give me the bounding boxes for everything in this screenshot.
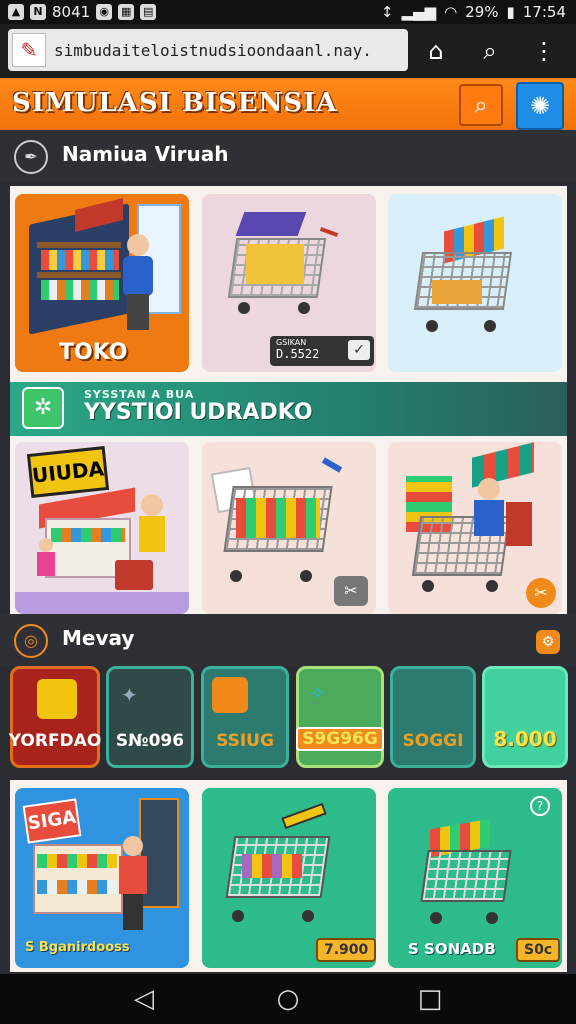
android-nav-bar: ◁ ○ □ bbox=[0, 974, 576, 1024]
more-menu-icon[interactable]: ⋮ bbox=[524, 32, 564, 70]
section-header-2: ◎ Mevay ⚙ bbox=[0, 614, 576, 666]
toko-card[interactable]: TOKO bbox=[15, 194, 189, 372]
money-tile-4[interactable]: ✧ S9G96G bbox=[296, 666, 384, 768]
tools-icon[interactable]: ✂ bbox=[334, 576, 368, 606]
recents-icon[interactable]: □ bbox=[410, 982, 450, 1016]
store-caption: S Bganirdooss bbox=[25, 940, 130, 955]
section-header-1: ✒ Namiua Viruah bbox=[0, 130, 576, 182]
store-panel: UIUDA ✂ ✂ bbox=[10, 436, 567, 622]
section-title-1: Namiua Viruah bbox=[62, 142, 229, 166]
home-icon[interactable]: ⌂ bbox=[416, 32, 456, 70]
feather-icon: ✒ bbox=[14, 140, 48, 174]
status-bar: ▲ N 8041 ◉ ▦ ▤ ↕ ▂▄▆ ◠ 29% ▮ 17:54 bbox=[0, 0, 576, 24]
section-title-2: Mevay bbox=[62, 626, 135, 650]
browser-toolbar: ✎ simbudaiteloistnudsioondaanl.nay. ⌂ ⌕ … bbox=[0, 24, 576, 78]
home-circle-icon[interactable]: ○ bbox=[268, 982, 308, 1016]
app-title: SIMULASI BISENSIA bbox=[12, 88, 338, 118]
gear-icon: ✲ bbox=[22, 387, 64, 429]
money-tile-label: S9G96G bbox=[296, 727, 384, 751]
money-tile-2[interactable]: ✦ S№096 bbox=[106, 666, 194, 768]
money-tile-label: YORFDAO bbox=[8, 731, 102, 751]
right-caption: S SONADB bbox=[408, 940, 496, 958]
right-price: S0c bbox=[516, 938, 561, 962]
cart-card-4[interactable]: ✂ bbox=[388, 442, 562, 614]
toko-label: TOKO bbox=[59, 340, 128, 365]
money-tile-label: SSIUG bbox=[216, 731, 274, 751]
settings-icon[interactable]: ⚙ bbox=[536, 630, 560, 654]
bottom-store-card[interactable]: SIGA S Bganirdooss bbox=[15, 788, 189, 968]
check-icon[interactable]: ✓ bbox=[348, 340, 370, 360]
cart-card-1[interactable]: GSIKAN D.5522 ✓ bbox=[202, 194, 376, 372]
store-sign: UIUDA bbox=[26, 446, 110, 498]
bottom-panel: SIGA S Bganirdooss 7.900 ? S SONADB S0c bbox=[10, 780, 567, 972]
money-tile-3[interactable]: SSIUG bbox=[201, 666, 289, 768]
section1-panel: TOKO GSIKAN D.5522 ✓ bbox=[10, 186, 567, 382]
star-icon: ✦ bbox=[121, 683, 138, 707]
cart-price: 7.900 bbox=[316, 938, 376, 962]
tools-icon[interactable]: ✂ bbox=[526, 578, 556, 608]
bottom-right-card[interactable]: ? S SONADB S0c bbox=[388, 788, 562, 968]
search-button[interactable]: ⌕ bbox=[459, 84, 503, 126]
search-icon[interactable]: ⌕ bbox=[470, 32, 510, 70]
money-tile-6[interactable]: 8.000 bbox=[482, 666, 568, 768]
status-left-text: 8041 bbox=[52, 3, 91, 21]
badge-button[interactable]: ✺ bbox=[516, 82, 564, 130]
app-header: SIMULASI BISENSIA ⌕ ✺ bbox=[0, 78, 576, 130]
box-icon bbox=[212, 677, 248, 713]
banner-title: YYSTIOI UDRADKO bbox=[84, 400, 313, 425]
bottom-cart-card[interactable]: 7.900 bbox=[202, 788, 376, 968]
system-upgrade-banner[interactable]: ✲ SYSSTAN A BUA YYSTIOI UDRADKO bbox=[10, 382, 567, 436]
price-tag: GSIKAN D.5522 ✓ bbox=[270, 336, 374, 366]
money-tile-label: 8.000 bbox=[493, 727, 557, 751]
cart-card-3[interactable]: ✂ bbox=[202, 442, 376, 614]
messenger-icon: ◉ bbox=[96, 4, 113, 20]
site-favicon-icon: ✎ bbox=[12, 33, 46, 67]
money-tile-label: SOGGI bbox=[402, 731, 464, 751]
url-text[interactable]: simbudaiteloistnudsioondaanl.nay. bbox=[54, 41, 372, 60]
store-card[interactable]: UIUDA bbox=[15, 442, 189, 614]
mug-icon bbox=[37, 679, 77, 719]
gear-badge-icon: ✺ bbox=[529, 92, 551, 120]
wifi-icon: ◠ bbox=[444, 3, 458, 21]
battery-icon: ▮ bbox=[506, 3, 515, 21]
info-icon[interactable]: ? bbox=[530, 796, 550, 816]
notification-icon: ▲ bbox=[8, 4, 24, 20]
gem-icon: ✧ bbox=[309, 681, 326, 705]
image-icon: ▦ bbox=[118, 4, 135, 20]
target-icon: ◎ bbox=[14, 624, 48, 658]
store-sign: SIGA bbox=[22, 798, 82, 844]
money-tile-5[interactable]: SOGGI bbox=[390, 666, 476, 768]
clock: 17:54 bbox=[522, 3, 566, 21]
gallery-icon: ▤ bbox=[140, 4, 157, 20]
url-bar[interactable]: ✎ simbudaiteloistnudsioondaanl.nay. bbox=[8, 29, 408, 71]
money-tile-label: S№096 bbox=[115, 731, 185, 751]
search-icon: ⌕ bbox=[474, 91, 488, 119]
cart-card-2[interactable] bbox=[388, 194, 562, 372]
signal-icon: ▂▄▆ bbox=[401, 3, 437, 21]
battery-percent: 29% bbox=[465, 3, 499, 21]
back-icon[interactable]: ◁ bbox=[124, 982, 164, 1016]
n-app-icon: N bbox=[30, 4, 46, 20]
money-tile-1[interactable]: YORFDAO bbox=[8, 666, 102, 768]
data-icon: ↕ bbox=[380, 3, 394, 21]
